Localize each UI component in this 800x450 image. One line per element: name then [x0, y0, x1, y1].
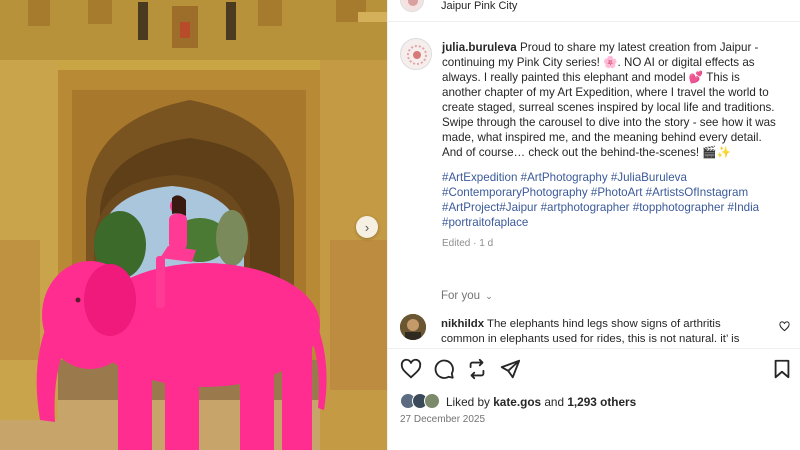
commenter-avatar[interactable]	[400, 314, 426, 340]
author-avatar[interactable]	[400, 38, 432, 70]
repost-icon[interactable]	[466, 358, 490, 382]
likes-middle: and	[541, 395, 568, 409]
liker-avatar	[424, 393, 440, 409]
chevron-right-icon: ›	[364, 219, 370, 235]
comment-text: nikhildx The elephants hind legs show si…	[441, 317, 766, 347]
liker-avatars	[400, 393, 444, 411]
chevron-down-icon: ⌄	[485, 291, 493, 301]
for-you-label: For you	[441, 290, 480, 302]
caption-text: julia.buruleva Proud to share my latest …	[442, 40, 782, 251]
save-icon[interactable]	[771, 358, 795, 382]
comment-content: The elephants hind legs show signs of ar…	[441, 318, 740, 345]
post-photo[interactable]: ›	[0, 0, 387, 450]
heart-icon[interactable]	[400, 358, 424, 382]
likes-summary[interactable]: Liked by kate.gos and 1,293 others	[400, 392, 795, 412]
likes-prefix: Liked by	[446, 395, 494, 409]
caption-content: Proud to share my latest creation from J…	[442, 41, 776, 159]
post-actions-bar	[388, 352, 800, 388]
post-header: Jaipur Pink City	[388, 0, 800, 22]
post-details-panel: Jaipur Pink City julia.buruleva Proud to…	[387, 0, 800, 450]
for-you-toggle[interactable]: For you ⌄	[441, 290, 493, 302]
comment-username[interactable]: nikhildx	[441, 318, 484, 330]
comment-like-heart-icon[interactable]	[779, 321, 790, 335]
author-avatar-small[interactable]	[400, 0, 424, 12]
likes-text: Liked by kate.gos and 1,293 others	[446, 395, 636, 409]
post-location[interactable]: Jaipur Pink City	[441, 0, 517, 12]
liker-username[interactable]: kate.gos	[493, 395, 541, 409]
post-image	[0, 0, 387, 450]
likes-others-count[interactable]: 1,293 others	[567, 395, 636, 409]
share-icon[interactable]	[499, 358, 523, 382]
divider	[388, 348, 800, 349]
post-date: 27 December 2025	[400, 414, 486, 425]
carousel-next-button[interactable]: ›	[356, 216, 378, 238]
comment-icon[interactable]	[433, 358, 457, 382]
caption-hashtags[interactable]: #ArtExpedition #ArtPhotography #JuliaBur…	[442, 170, 782, 230]
edited-timestamp: Edited · 1 d	[442, 238, 494, 249]
caption-username[interactable]: julia.buruleva	[442, 41, 517, 54]
